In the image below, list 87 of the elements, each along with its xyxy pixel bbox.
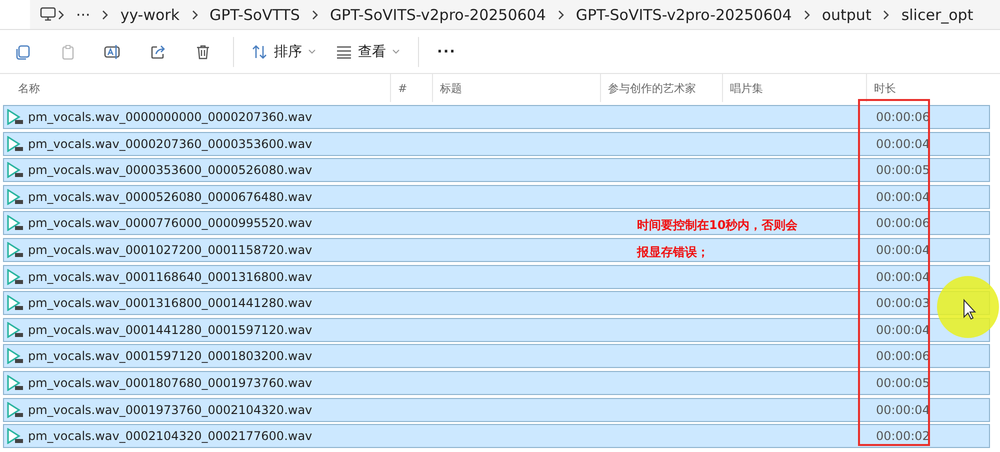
- sort-icon: [252, 44, 268, 60]
- column-header[interactable]: 名称: [0, 74, 390, 102]
- file-row[interactable]: pm_vocals.wav_0001441280_0001597120.wav 00:00:04: [3, 318, 990, 342]
- audio-file-icon: [6, 242, 24, 258]
- caret-icon: [308, 48, 316, 54]
- breadcrumb[interactable]: ···: [66, 6, 100, 24]
- duration-cell-text: 00:00:05: [875, 376, 930, 390]
- file-row[interactable]: pm_vocals.wav_0000776000_0000995520.wav 时间要控制在10秒内，否则会 00:00:06: [3, 211, 990, 236]
- duration-cell-text: 00:00:06: [875, 216, 930, 230]
- caret-icon: [392, 48, 400, 54]
- view-icon: [336, 44, 352, 58]
- column-header[interactable]: 标题: [432, 74, 600, 102]
- audio-file-icon: [6, 374, 24, 391]
- rename-icon: [104, 44, 122, 60]
- share-icon: [150, 44, 166, 60]
- paste-icon: [60, 44, 76, 60]
- breadcrumb[interactable]: slicer_opt: [891, 6, 984, 24]
- audio-file-icon: [6, 109, 24, 125]
- copy-icon: [14, 44, 30, 60]
- breadcrumb[interactable]: GPT-SoVITS-v2pro-20250604: [566, 6, 802, 24]
- file-row[interactable]: pm_vocals.wav_0000000000_0000207360.wav 00:00:06: [3, 105, 990, 129]
- audio-file-icon: [6, 402, 24, 418]
- chevron-icon: [100, 8, 110, 20]
- file-name: pm_vocals.wav_0000353600_0000526080.wav: [28, 163, 312, 178]
- chevron-icon: [881, 8, 892, 20]
- breadcrumb[interactable]: GPT-SoVITS-v2pro-20250604: [320, 6, 556, 24]
- file-row[interactable]: pm_vocals.wav_0001807680_0001973760.wav 00:00:05: [3, 370, 990, 395]
- duration-cell-text: 00:00:05: [875, 163, 930, 178]
- file-name: pm_vocals.wav_0001027200_0001158720.wav: [28, 242, 312, 257]
- audio-file-icon: [6, 215, 24, 232]
- audio-file-icon: [6, 322, 24, 338]
- file-row[interactable]: pm_vocals.wav_0002104320_0002177600.wav 00:00:02: [3, 424, 990, 448]
- chevron-icon: [190, 8, 200, 20]
- duration-cell-text: 00:00:04: [875, 322, 930, 337]
- duration-cell-text: 00:00:03: [875, 296, 930, 310]
- delete-icon: [194, 44, 210, 60]
- duration-cell-text: 00:00:06: [875, 349, 930, 364]
- column-header[interactable]: 唱片集: [722, 74, 866, 102]
- annotation-text: 报显存错误；: [637, 244, 709, 260]
- duration-cell-text: 00:00:02: [875, 429, 930, 444]
- file-row[interactable]: pm_vocals.wav_0000526080_0000676480.wav 00:00:04: [3, 184, 990, 209]
- breadcrumb[interactable]: output: [812, 6, 882, 24]
- file-row[interactable]: pm_vocals.wav_0000353600_0000526080.wav 00:00:05: [3, 158, 990, 182]
- file-name: pm_vocals.wav_0001973760_0002104320.wav: [28, 402, 312, 417]
- sort-button[interactable]: 排序: [242, 36, 326, 68]
- chevron-icon: [556, 8, 566, 20]
- file-name: pm_vocals.wav_0001316800_0001441280.wav: [28, 296, 312, 310]
- file-name: pm_vocals.wav_0001807680_0001973760.wav: [28, 376, 312, 390]
- breadcrumb[interactable]: GPT-SoVTTS: [200, 6, 310, 24]
- duration-cell-text: 00:00:06: [875, 110, 930, 124]
- audio-file-icon: [6, 162, 24, 178]
- file-row[interactable]: pm_vocals.wav_0001597120_0001803200.wav 00:00:06: [3, 344, 990, 368]
- monitor-icon: [40, 7, 56, 22]
- file-name: pm_vocals.wav_0001441280_0001597120.wav: [28, 322, 312, 337]
- file-name: pm_vocals.wav_0000000000_0000207360.wav: [28, 110, 312, 124]
- breadcrumb[interactable]: yy-work: [110, 6, 190, 24]
- file-name: pm_vocals.wav_0002104320_0002177600.wav: [28, 429, 312, 444]
- file-name: pm_vocals.wav_0001168640_0001316800.wav: [28, 270, 312, 284]
- audio-file-icon: [6, 295, 24, 312]
- duration-cell-text: 00:00:04: [875, 402, 930, 417]
- file-name: pm_vocals.wav_0000526080_0000676480.wav: [28, 190, 312, 204]
- duration-cell-text: 00:00:04: [875, 242, 930, 257]
- more-button[interactable]: ···: [427, 36, 466, 68]
- audio-file-icon: [6, 188, 24, 205]
- file-name: pm_vocals.wav_0000207360_0000353600.wav: [28, 136, 312, 151]
- file-name: pm_vocals.wav_0001597120_0001803200.wav: [28, 349, 312, 364]
- audio-file-icon: [6, 136, 24, 152]
- view-button[interactable]: 查看: [326, 36, 410, 68]
- annotation-text: 时间要控制在10秒内，否则会: [637, 218, 798, 234]
- column-header[interactable]: 时长: [866, 74, 990, 102]
- audio-file-icon: [6, 348, 24, 364]
- address-bar[interactable]: ··· yy-work GPT-SoVTTS GPT-SoVITS-v2pro-20250604 GPT-SoVITS-v2pro-20250604 output slicer_opt: [30, 0, 1000, 29]
- audio-file-icon: [6, 428, 24, 444]
- audio-file-icon: [6, 268, 24, 285]
- file-name: pm_vocals.wav_0000776000_0000995520.wav: [28, 216, 312, 230]
- duration-cell-text: 00:00:04: [875, 190, 930, 204]
- file-row[interactable]: pm_vocals.wav_0001027200_0001158720.wav 报显存错误； 00:00:04: [3, 238, 990, 262]
- chevron-icon: [56, 8, 66, 20]
- column-header[interactable]: 参与创作的艺术家: [600, 74, 722, 102]
- chevron-icon: [310, 8, 320, 20]
- chevron-icon: [802, 8, 812, 20]
- file-row[interactable]: pm_vocals.wav_0001168640_0001316800.wav 00:00:04: [3, 264, 990, 289]
- column-header[interactable]: #: [390, 74, 432, 102]
- file-row[interactable]: pm_vocals.wav_0000207360_0000353600.wav 00:00:04: [3, 132, 990, 156]
- file-row[interactable]: pm_vocals.wav_0001973760_0002104320.wav 00:00:04: [3, 398, 990, 422]
- duration-cell-text: 00:00:04: [875, 270, 930, 284]
- duration-cell-text: 00:00:04: [875, 136, 930, 151]
